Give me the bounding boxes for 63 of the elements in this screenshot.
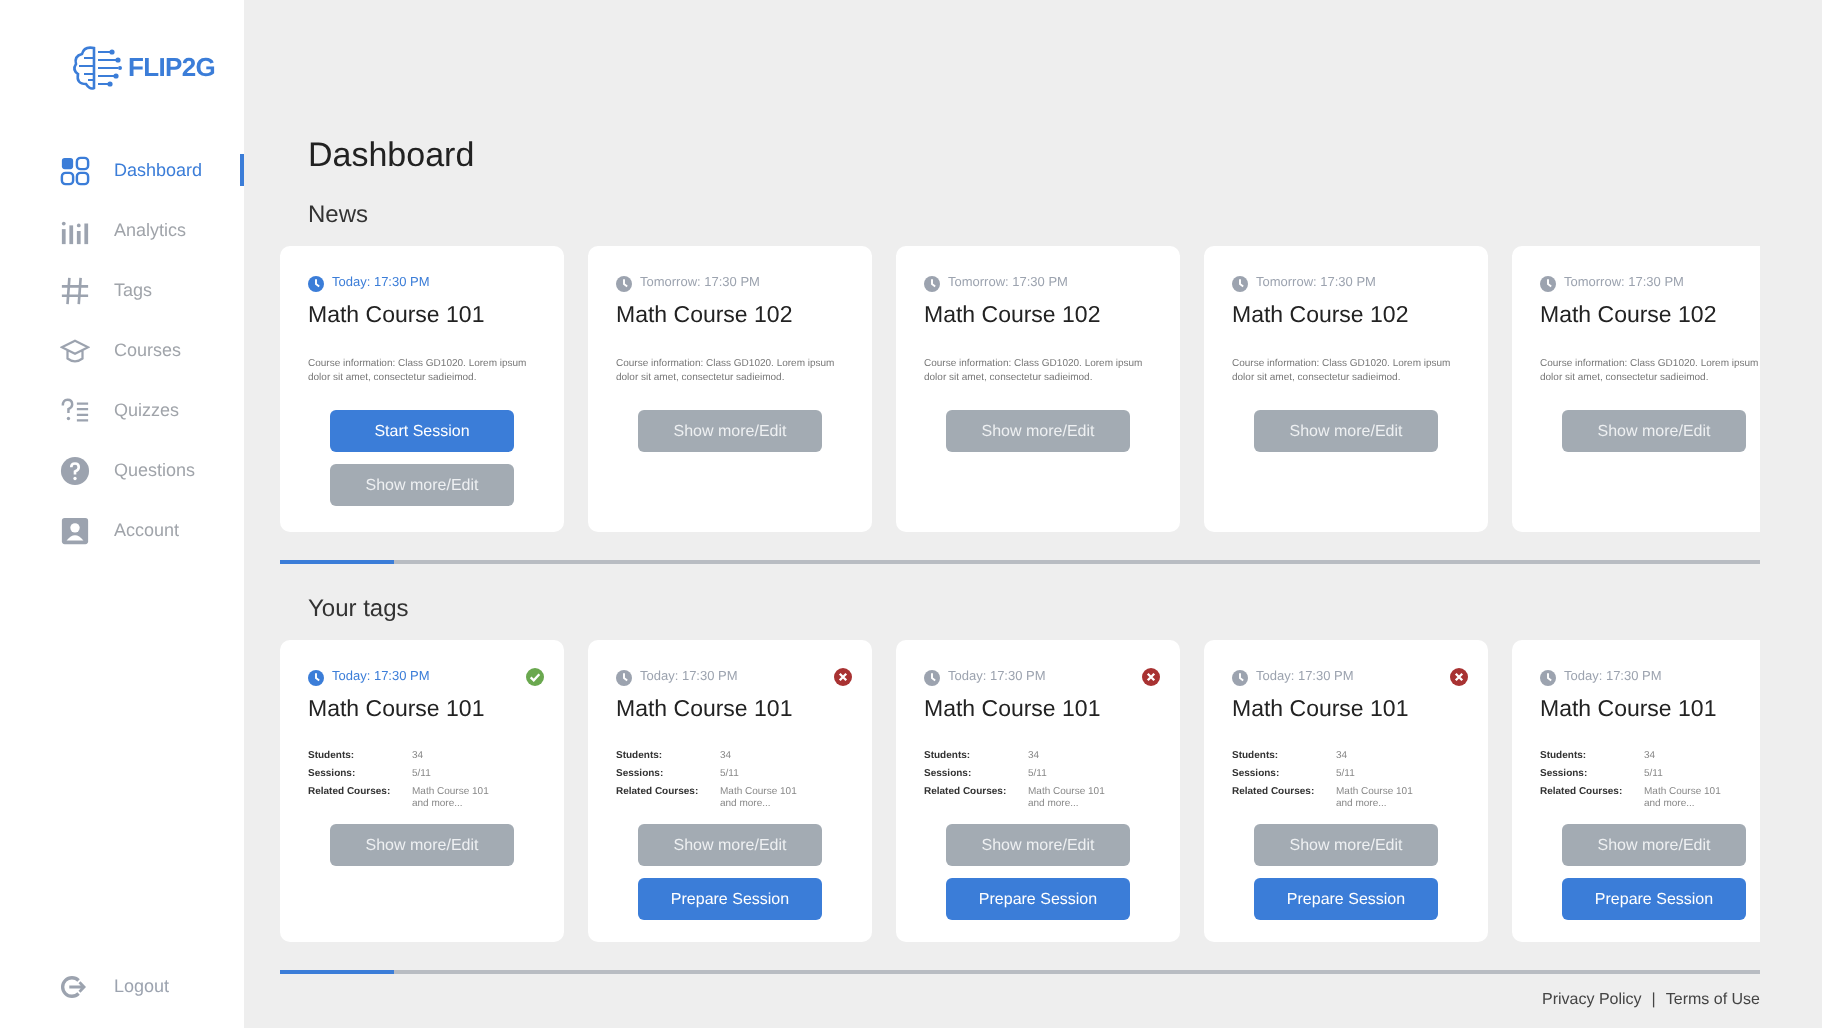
secondary-button[interactable]: Show more/Edit — [1254, 824, 1438, 866]
clock-icon — [308, 275, 324, 292]
quiz-list-icon — [60, 396, 90, 426]
nav-item[interactable]: Questions — [0, 454, 244, 488]
logout-icon — [60, 974, 86, 1001]
nav-item[interactable]: Courses — [0, 334, 244, 368]
secondary-button[interactable]: Show more/Edit — [946, 824, 1130, 866]
primary-button[interactable]: Start Session — [330, 410, 514, 452]
secondary-button[interactable]: Show more/Edit — [638, 824, 822, 866]
clock-icon — [924, 275, 940, 292]
nav-item[interactable]: Account — [0, 514, 244, 548]
secondary-button[interactable]: Show more/Edit — [1562, 824, 1746, 866]
check-icon — [526, 668, 544, 686]
clock-icon — [924, 669, 940, 686]
brain-logo-icon — [70, 42, 122, 94]
course-title: Math Course 101 — [924, 695, 1103, 726]
nav-item[interactable]: Tags — [0, 274, 244, 308]
primary-button[interactable]: Prepare Session — [638, 878, 822, 920]
footer-link[interactable]: Privacy Policy — [1542, 988, 1642, 1012]
course-title: Math Course 102 — [616, 301, 795, 332]
logo-text: FLIP2G — [128, 50, 216, 87]
clock-icon — [1232, 669, 1248, 686]
secondary-button[interactable]: Show more/Edit — [330, 464, 514, 506]
logout-link[interactable]: Logout — [60, 974, 170, 1001]
question-icon — [60, 456, 90, 486]
graduation-cap-icon — [60, 336, 90, 366]
primary-button[interactable]: Prepare Session — [1562, 878, 1746, 920]
clock-icon — [1232, 275, 1248, 292]
clock-icon — [1540, 275, 1556, 292]
bar-chart-icon — [60, 216, 90, 246]
course-title: Math Course 102 — [924, 301, 1103, 332]
course-title: Math Course 101 — [308, 301, 487, 332]
secondary-button[interactable]: Show more/Edit — [1562, 410, 1746, 452]
section-heading: News — [308, 198, 371, 232]
secondary-button[interactable]: Show more/Edit — [638, 410, 822, 452]
secondary-button[interactable]: Show more/Edit — [946, 410, 1130, 452]
hashtag-icon — [60, 276, 90, 306]
course-title: Math Course 101 — [616, 695, 795, 726]
section-heading: Your tags — [308, 592, 411, 626]
course-title: Math Course 102 — [1232, 301, 1411, 332]
error-icon — [1450, 668, 1468, 686]
nav-item[interactable]: Dashboard — [0, 154, 244, 188]
user-icon — [60, 516, 90, 546]
error-icon — [834, 668, 852, 686]
clock-icon — [616, 669, 632, 686]
nav-item[interactable]: Analytics — [0, 214, 244, 248]
course-title: Math Course 101 — [1232, 695, 1411, 726]
nav-item[interactable]: Quizzes — [0, 394, 244, 428]
page-title: Dashboard — [308, 134, 477, 178]
course-title: Math Course 101 — [1540, 695, 1719, 726]
footer-link[interactable]: Terms of Use — [1665, 988, 1760, 1012]
secondary-button[interactable]: Show more/Edit — [1254, 410, 1438, 452]
clock-icon — [616, 275, 632, 292]
primary-button[interactable]: Prepare Session — [1254, 878, 1438, 920]
primary-button[interactable]: Prepare Session — [946, 878, 1130, 920]
secondary-button[interactable]: Show more/Edit — [330, 824, 514, 866]
clock-icon — [1540, 669, 1556, 686]
error-icon — [1142, 668, 1160, 686]
course-title: Math Course 102 — [1540, 301, 1719, 332]
separator-text: | — [1651, 988, 1656, 1012]
course-title: Math Course 101 — [308, 695, 487, 726]
grid-icon — [60, 156, 90, 186]
clock-icon — [308, 669, 324, 686]
